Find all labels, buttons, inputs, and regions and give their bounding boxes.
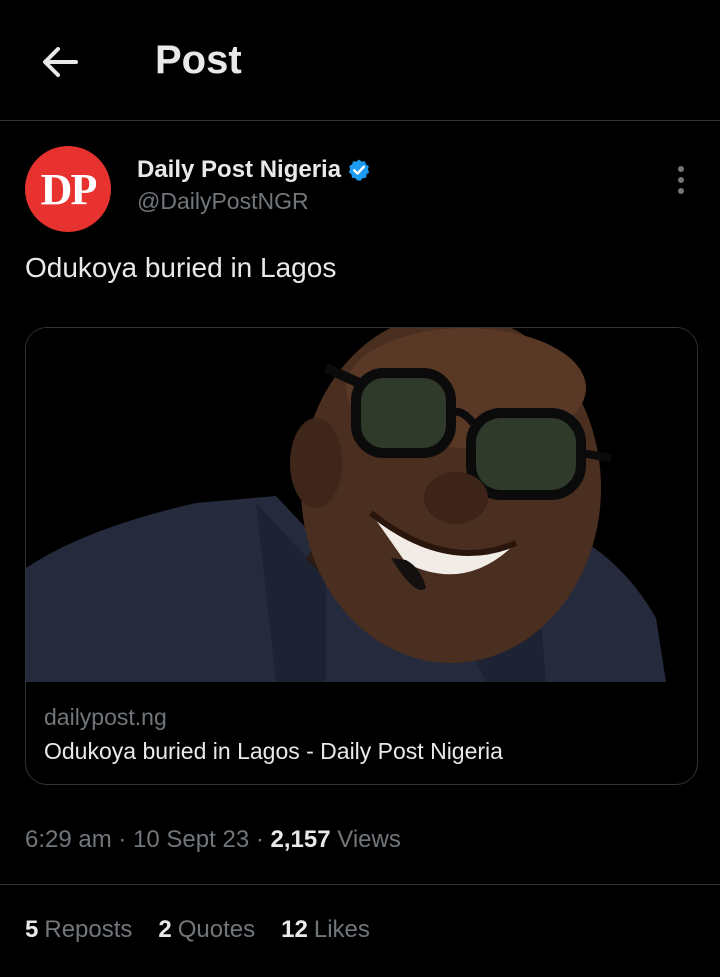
avatar-text: DP [40,164,98,214]
arrow-left-icon [43,47,78,77]
more-vertical-icon [678,166,684,194]
back-button[interactable] [38,40,82,84]
author-handle[interactable]: @DailyPostNGR [137,188,309,215]
meta-separator: · [118,826,134,853]
reposts-count: 5 [25,916,39,943]
author-name-row[interactable]: Daily Post Nigeria [137,156,371,184]
card-domain: dailypost.ng [44,704,167,730]
quotes-label: Quotes [177,916,256,943]
likes-stat[interactable]: 12 Likes [281,916,370,944]
card-image [26,328,697,682]
verified-badge-icon [348,159,370,181]
reposts-label: Reposts [44,916,133,943]
post-date[interactable]: 10 Sept 23 [133,826,249,853]
header-divider [0,120,720,121]
post-text: Odukoya buried in Lagos [25,252,337,283]
likes-count: 12 [281,916,308,943]
author-name[interactable]: Daily Post Nigeria [137,156,341,184]
post-meta: 6:29 am · 10 Sept 23 · 2,157 Views [25,826,401,854]
card-title: Odukoya buried in Lagos - Daily Post Nig… [44,738,503,764]
views-count: 2,157 [270,826,331,853]
engagement-stats: 5 Reposts 2 Quotes 12 Likes [25,916,396,944]
avatar[interactable]: DP [25,146,111,232]
quotes-stat[interactable]: 2 Quotes [158,916,255,944]
top-bar: Post [0,0,720,120]
views-label: Views [337,826,401,853]
likes-label: Likes [313,916,370,943]
link-card[interactable]: dailypost.ng Odukoya buried in Lagos - D… [25,327,698,785]
meta-separator: · [255,826,271,853]
post-time[interactable]: 6:29 am [25,826,112,853]
meta-divider [0,884,720,885]
more-options-button[interactable] [668,160,694,200]
quotes-count: 2 [158,916,172,943]
page-title: Post [155,38,242,82]
reposts-stat[interactable]: 5 Reposts [25,916,132,944]
